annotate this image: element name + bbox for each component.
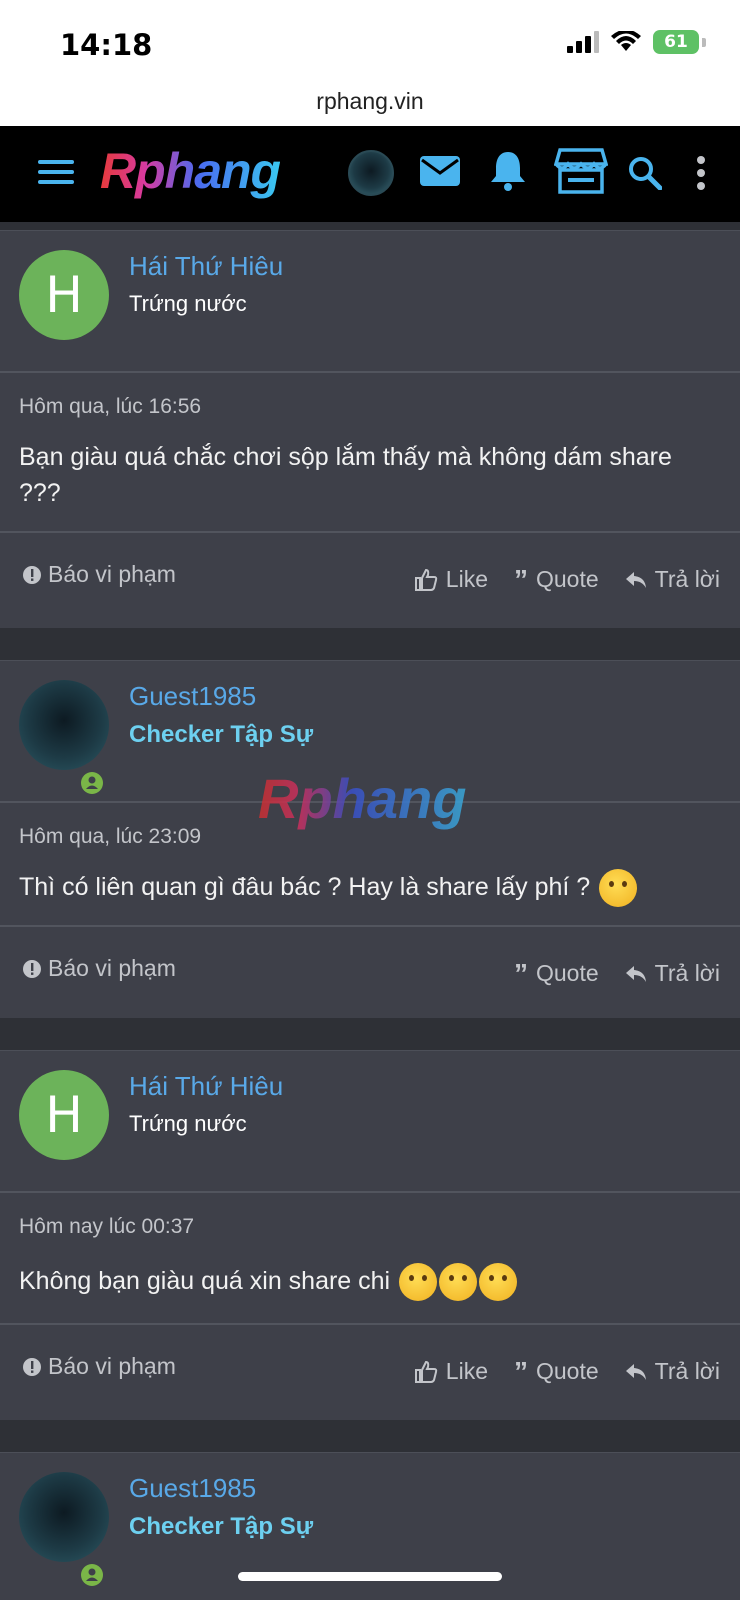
report-button[interactable]: Báo vi phạm <box>22 561 176 588</box>
username-link[interactable]: Guest1985 <box>129 1473 256 1504</box>
post-message: Bạn giàu quá chắc chơi sộp lắm thấy mà k… <box>19 443 672 507</box>
post-actions: Báo vi phạm ” Quote Trả lời <box>0 927 740 1019</box>
post-timestamp[interactable]: Hôm qua, lúc 16:56 <box>19 395 201 419</box>
reply-button[interactable]: Trả lời <box>625 1358 720 1385</box>
post-card: H Hái Thứ Hiêu Trứng nước Hôm qua, lúc 1… <box>0 230 740 628</box>
like-label: Like <box>445 566 488 592</box>
post-timestamp[interactable]: Hôm qua, lúc 23:09 <box>19 825 201 849</box>
warning-icon <box>23 565 41 584</box>
post-actions: Báo vi phạm Like ” Quote Trả lời <box>0 533 740 625</box>
quote-label: Quote <box>536 1358 599 1384</box>
reply-button[interactable]: Trả lời <box>625 960 720 987</box>
quote-button[interactable]: ” Quote <box>514 1355 599 1387</box>
post-action-group: Like ” Quote Trả lời <box>414 1355 720 1387</box>
online-status-indicator <box>78 1561 106 1589</box>
reply-icon <box>625 1363 646 1380</box>
menu-icon[interactable] <box>38 158 74 186</box>
post-author: H Hái Thứ Hiêu Trứng nước <box>0 231 740 373</box>
site-logo[interactable]: Rphang <box>100 142 281 200</box>
thinking-emoji <box>439 1263 478 1302</box>
username-link[interactable]: Hái Thứ Hiêu <box>129 1071 283 1102</box>
post-message-text: Thì có liên quan gì đâu bác ? Hay là sha… <box>19 873 591 901</box>
user-online-icon <box>81 1564 103 1586</box>
user-title: Checker Tập Sự <box>129 1513 314 1540</box>
warning-icon <box>23 1357 41 1376</box>
post-action-group: Like ” Quote Trả lời <box>414 563 720 595</box>
like-button[interactable]: Like <box>414 1358 488 1385</box>
quote-button[interactable]: ” Quote <box>514 563 599 595</box>
report-label: Báo vi phạm <box>48 1353 176 1379</box>
avatar[interactable] <box>19 1472 109 1562</box>
post-message: Không bạn giàu quá xin share chi <box>19 1263 719 1302</box>
quote-label: Quote <box>536 960 599 986</box>
avatar[interactable]: H <box>19 1070 109 1160</box>
post-body: Hôm nay lúc 00:37 Không bạn giàu quá xin… <box>0 1193 740 1325</box>
wifi-icon <box>611 31 641 51</box>
user-title: Trứng nước <box>129 291 247 316</box>
quote-icon: ” <box>514 1355 528 1387</box>
status-time: 14:18 <box>60 28 153 62</box>
thinking-emoji <box>399 1263 438 1302</box>
quote-icon: ” <box>514 957 528 989</box>
avatar[interactable] <box>19 680 109 770</box>
report-label: Báo vi phạm <box>48 955 176 981</box>
user-avatar-button[interactable] <box>348 150 394 196</box>
post-author: H Hái Thứ Hiêu Trứng nước <box>0 1051 740 1193</box>
report-button[interactable]: Báo vi phạm <box>22 1353 176 1380</box>
online-status-indicator <box>78 769 106 797</box>
post-card: H Hái Thứ Hiêu Trứng nước Hôm nay lúc 00… <box>0 1050 740 1420</box>
quote-icon: ” <box>514 563 528 595</box>
reply-label: Trả lời <box>654 960 720 986</box>
emoji-image <box>599 869 638 908</box>
warning-icon <box>23 959 41 978</box>
post-message: Thì có liên quan gì đâu bác ? Hay là sha… <box>19 869 719 908</box>
quote-label: Quote <box>536 566 599 592</box>
reply-icon <box>625 965 646 982</box>
url-bar[interactable]: rphang.vin <box>0 88 740 128</box>
report-button[interactable]: Báo vi phạm <box>22 955 176 982</box>
post-message-text: Không bạn giàu quá xin share chi <box>19 1267 391 1295</box>
user-online-icon <box>81 772 103 794</box>
post-actions: Báo vi phạm Like ” Quote Trả lời <box>0 1325 740 1417</box>
site-watermark: Rphang <box>258 767 467 830</box>
thumbs-up-icon <box>414 1360 438 1383</box>
mail-icon[interactable] <box>420 154 460 188</box>
more-vertical-icon[interactable] <box>696 156 706 190</box>
status-icons: 61 <box>567 30 706 54</box>
username-link[interactable]: Hái Thứ Hiêu <box>129 251 283 282</box>
store-icon[interactable] <box>554 148 608 194</box>
username-link[interactable]: Guest1985 <box>129 681 256 712</box>
user-title: Trứng nước <box>129 1111 247 1136</box>
reply-label: Trả lời <box>654 566 720 592</box>
post-body: Hôm qua, lúc 16:56 Bạn giàu quá chắc chơ… <box>0 373 740 533</box>
reply-icon <box>625 571 646 588</box>
thinking-emoji <box>479 1263 518 1302</box>
thumbs-up-icon <box>414 568 438 591</box>
like-label: Like <box>445 1358 488 1384</box>
search-icon[interactable] <box>628 156 662 190</box>
battery-tip <box>702 37 706 47</box>
like-button[interactable]: Like <box>414 566 488 593</box>
post-timestamp[interactable]: Hôm nay lúc 00:37 <box>19 1215 194 1239</box>
post-action-group: ” Quote Trả lời <box>514 957 720 989</box>
top-nav: Rphang <box>0 126 740 222</box>
avatar[interactable]: H <box>19 250 109 340</box>
user-title: Checker Tập Sự <box>129 721 314 748</box>
reply-button[interactable]: Trả lời <box>625 566 720 593</box>
home-indicator[interactable] <box>238 1572 502 1581</box>
quote-button[interactable]: ” Quote <box>514 957 599 989</box>
cellular-signal-icon <box>567 31 599 53</box>
reply-label: Trả lời <box>654 1358 720 1384</box>
report-label: Báo vi phạm <box>48 561 176 587</box>
bell-icon[interactable] <box>490 150 526 192</box>
status-bar: 14:18 61 <box>0 0 740 88</box>
post-card: Guest1985 Checker Tập Sự Hôm qua, lúc 23… <box>0 660 740 1018</box>
battery-indicator: 61 <box>653 30 699 54</box>
